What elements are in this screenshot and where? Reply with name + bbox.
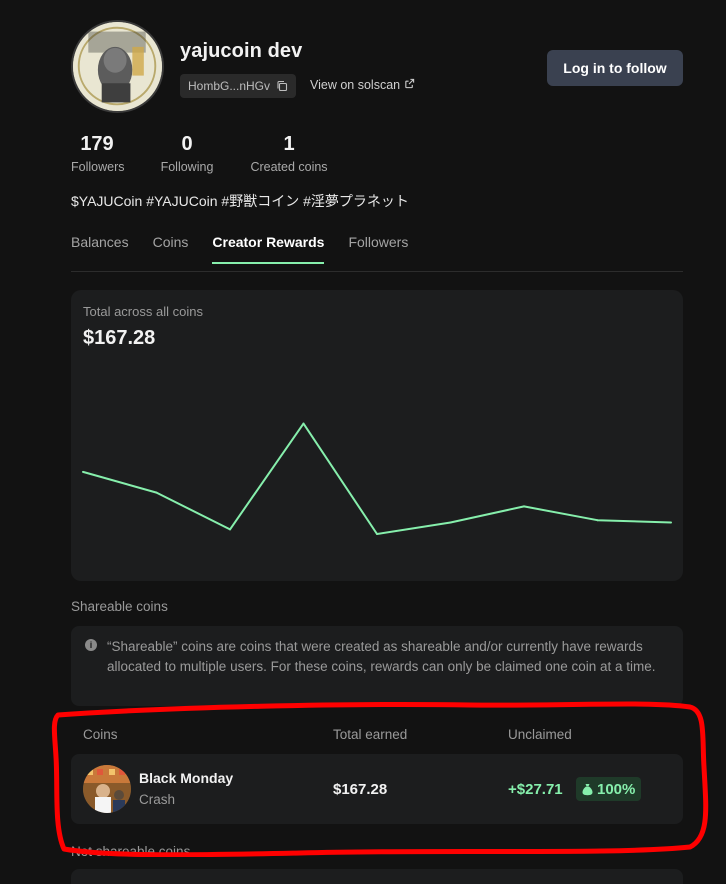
not-shareable-title: Not shareable coins	[71, 844, 191, 859]
tab-followers[interactable]: Followers	[348, 234, 408, 264]
series-line-0	[82, 422, 672, 535]
coin-avatar	[83, 765, 131, 813]
data-point-1	[155, 491, 158, 494]
unclaimed-value: +$27.71	[508, 781, 563, 798]
coin-ticker: Crash	[139, 792, 176, 807]
profile-bio: $YAJUCoin #YAJUCoin #野獣コイン #淫夢プラネット	[71, 193, 409, 209]
column-header-unclaimed[interactable]: Unclaimed	[508, 727, 572, 742]
stat-created-coins[interactable]: 1 Created coins	[248, 133, 330, 174]
data-point-2	[229, 528, 231, 531]
stat-following[interactable]: 0 Following	[159, 133, 215, 174]
copy-icon[interactable]	[276, 80, 288, 92]
shareable-info-text: “Shareable” coins are coins that were cr…	[107, 639, 656, 674]
stat-label: Following	[160, 160, 214, 174]
stat-value: 0	[181, 133, 193, 155]
not-shareable-card	[71, 869, 683, 884]
login-to-follow-button[interactable]: Log in to follow	[547, 50, 683, 86]
tabs-divider	[71, 271, 683, 272]
data-point-7	[596, 519, 599, 522]
stat-value: 1	[283, 133, 295, 155]
column-header-total-earned[interactable]: Total earned	[333, 727, 407, 742]
shareable-title: Shareable coins	[71, 599, 168, 614]
solscan-link[interactable]: View on solscan	[310, 78, 415, 92]
coin-name[interactable]: Black Monday	[139, 770, 233, 786]
stat-followers[interactable]: 179 Followers	[71, 133, 125, 174]
info-icon: i	[85, 639, 97, 651]
stat-label: Created coins	[250, 160, 328, 174]
data-point-6	[523, 505, 525, 508]
share-percent-badge: 100%	[576, 777, 642, 801]
profile-username: yajucoin dev	[180, 40, 303, 62]
tab-coins[interactable]: Coins	[153, 234, 189, 264]
column-header-coins[interactable]: Coins	[83, 727, 118, 742]
data-point-8	[670, 521, 672, 524]
data-point-3	[302, 422, 305, 425]
tab-creator-rewards[interactable]: Creator Rewards	[212, 234, 325, 264]
tab-balances[interactable]: Balances	[71, 234, 129, 264]
address-pill[interactable]: HombG...nHGv	[180, 74, 297, 98]
share-percent: 100%	[597, 780, 636, 798]
data-point-0	[82, 470, 84, 473]
stat-label: Followers	[71, 160, 125, 174]
rewards-line-chart	[82, 422, 672, 535]
data-point-4	[376, 533, 378, 535]
external-link-icon	[404, 78, 415, 92]
profile-tabs: Balances Coins Creator Rewards Followers	[71, 234, 408, 264]
profile-avatar	[71, 20, 164, 113]
stat-value: 179	[80, 133, 114, 155]
solscan-label: View on solscan	[310, 78, 401, 92]
money-bag-icon	[582, 783, 593, 796]
data-point-5	[449, 521, 452, 524]
total-earned-value: $167.28	[333, 781, 388, 798]
address-text: HombG...nHGv	[188, 79, 271, 93]
